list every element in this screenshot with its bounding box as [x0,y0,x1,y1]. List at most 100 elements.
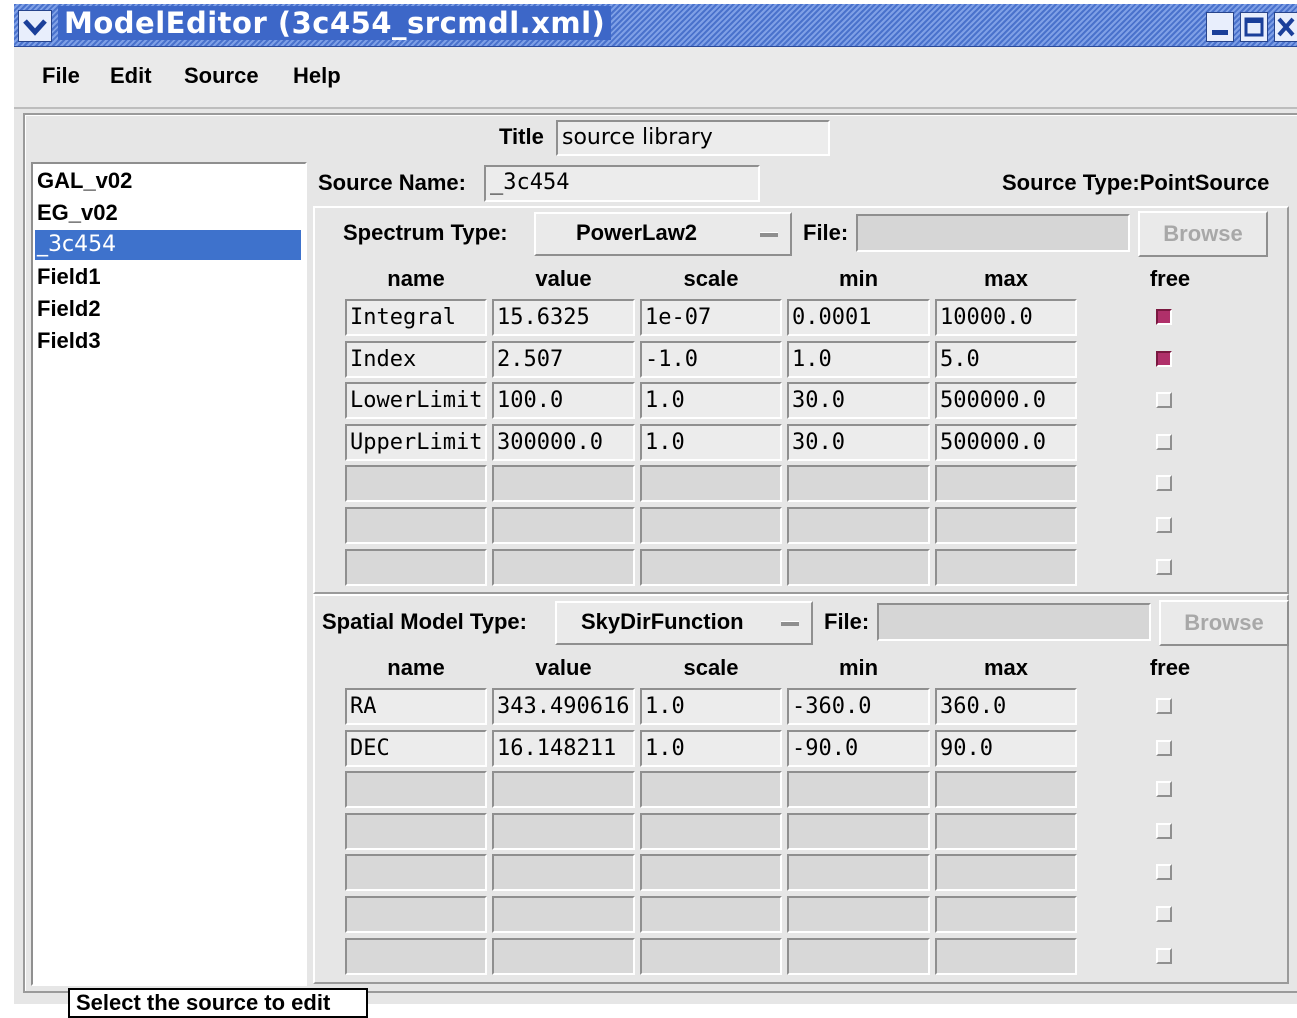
param-cell-value[interactable]: 100.0 [492,382,635,419]
param-cell-max[interactable] [935,507,1077,544]
param-cell-value[interactable] [492,854,635,891]
param-cell-scale[interactable]: 1.0 [640,382,782,419]
param-cell-max[interactable] [935,549,1077,586]
param-cell-min[interactable] [787,771,930,808]
param-cell-max[interactable]: 360.0 [935,688,1077,725]
source-item-field2[interactable]: Field2 [35,294,301,324]
param-cell-name[interactable]: LowerLimit [345,382,487,419]
param-cell-value[interactable]: 300000.0 [492,424,635,461]
param-cell-max[interactable] [935,813,1077,850]
param-cell-min[interactable]: -90.0 [787,730,930,767]
param-cell-name[interactable] [345,938,487,975]
param-cell-value[interactable] [492,896,635,933]
param-cell-max[interactable]: 500000.0 [935,424,1077,461]
spectrum-browse-button[interactable]: Browse [1138,211,1268,257]
spatial-file-input[interactable] [877,603,1151,641]
param-cell-value[interactable] [492,549,635,586]
param-cell-min[interactable]: 0.0001 [787,299,930,336]
param-cell-value[interactable] [492,938,635,975]
param-cell-max[interactable] [935,465,1077,502]
source-list[interactable]: GAL_v02 EG_v02 _3c454 Field1 Field2 Fiel… [31,162,307,986]
param-cell-max[interactable]: 10000.0 [935,299,1077,336]
maximize-icon[interactable] [1240,12,1268,42]
param-cell-name[interactable] [345,465,487,502]
param-cell-scale[interactable] [640,465,782,502]
free-checkbox[interactable] [1156,517,1172,533]
title-bar[interactable]: ModelEditor (3c454_srcmdl.xml) [14,4,1297,47]
source-item-eg-v02[interactable]: EG_v02 [35,198,301,228]
param-cell-scale[interactable]: 1e-07 [640,299,782,336]
param-cell-name[interactable]: DEC [345,730,487,767]
free-checkbox[interactable] [1156,351,1172,367]
minimize-icon[interactable] [1206,12,1234,42]
param-cell-scale[interactable] [640,507,782,544]
close-icon[interactable] [1274,12,1297,42]
source-name-input[interactable]: _3c454 [484,165,760,202]
param-cell-value[interactable] [492,507,635,544]
param-cell-min[interactable] [787,507,930,544]
param-cell-value[interactable]: 15.6325 [492,299,635,336]
param-cell-scale[interactable] [640,549,782,586]
param-cell-name[interactable] [345,854,487,891]
param-cell-value[interactable]: 16.148211 [492,730,635,767]
param-cell-name[interactable] [345,813,487,850]
source-item-field3[interactable]: Field3 [35,326,301,356]
param-cell-name[interactable]: UpperLimit [345,424,487,461]
param-cell-scale[interactable]: 1.0 [640,730,782,767]
spectrum-file-input[interactable] [856,214,1130,252]
param-cell-scale[interactable] [640,854,782,891]
param-cell-value[interactable]: 2.507 [492,341,635,378]
free-checkbox[interactable] [1156,864,1172,880]
free-checkbox[interactable] [1156,309,1172,325]
param-cell-max[interactable] [935,938,1077,975]
spectrum-type-select[interactable]: PowerLaw2 [534,212,792,256]
param-cell-max[interactable]: 5.0 [935,341,1077,378]
param-cell-min[interactable]: -360.0 [787,688,930,725]
free-checkbox[interactable] [1156,475,1172,491]
param-cell-scale[interactable] [640,938,782,975]
param-cell-name[interactable]: RA [345,688,487,725]
spatial-type-select[interactable]: SkyDirFunction [555,601,813,645]
param-cell-max[interactable] [935,896,1077,933]
param-cell-min[interactable] [787,549,930,586]
param-cell-scale[interactable]: 1.0 [640,424,782,461]
menu-source[interactable]: Source [184,63,259,89]
param-cell-name[interactable] [345,507,487,544]
param-cell-value[interactable] [492,465,635,502]
param-cell-max[interactable] [935,854,1077,891]
menu-help[interactable]: Help [293,63,341,89]
free-checkbox[interactable] [1156,906,1172,922]
chevron-down-icon[interactable] [18,10,52,42]
param-cell-max[interactable]: 90.0 [935,730,1077,767]
param-cell-min[interactable] [787,465,930,502]
param-cell-scale[interactable] [640,896,782,933]
param-cell-scale[interactable] [640,813,782,850]
free-checkbox[interactable] [1156,698,1172,714]
free-checkbox[interactable] [1156,434,1172,450]
param-cell-scale[interactable]: 1.0 [640,688,782,725]
param-cell-min[interactable]: 30.0 [787,424,930,461]
param-cell-scale[interactable]: -1.0 [640,341,782,378]
source-item-field1[interactable]: Field1 [35,262,301,292]
param-cell-min[interactable] [787,854,930,891]
param-cell-name[interactable] [345,896,487,933]
free-checkbox[interactable] [1156,823,1172,839]
param-cell-min[interactable] [787,896,930,933]
free-checkbox[interactable] [1156,781,1172,797]
param-cell-max[interactable] [935,771,1077,808]
free-checkbox[interactable] [1156,392,1172,408]
free-checkbox[interactable] [1156,948,1172,964]
param-cell-min[interactable]: 1.0 [787,341,930,378]
source-item-gal-v02[interactable]: GAL_v02 [35,166,301,196]
param-cell-name[interactable] [345,549,487,586]
free-checkbox[interactable] [1156,740,1172,756]
param-cell-value[interactable] [492,813,635,850]
param-cell-name[interactable]: Integral [345,299,487,336]
param-cell-name[interactable] [345,771,487,808]
param-cell-min[interactable] [787,813,930,850]
param-cell-scale[interactable] [640,771,782,808]
param-cell-value[interactable] [492,771,635,808]
param-cell-max[interactable]: 500000.0 [935,382,1077,419]
menu-edit[interactable]: Edit [110,63,152,89]
free-checkbox[interactable] [1156,559,1172,575]
